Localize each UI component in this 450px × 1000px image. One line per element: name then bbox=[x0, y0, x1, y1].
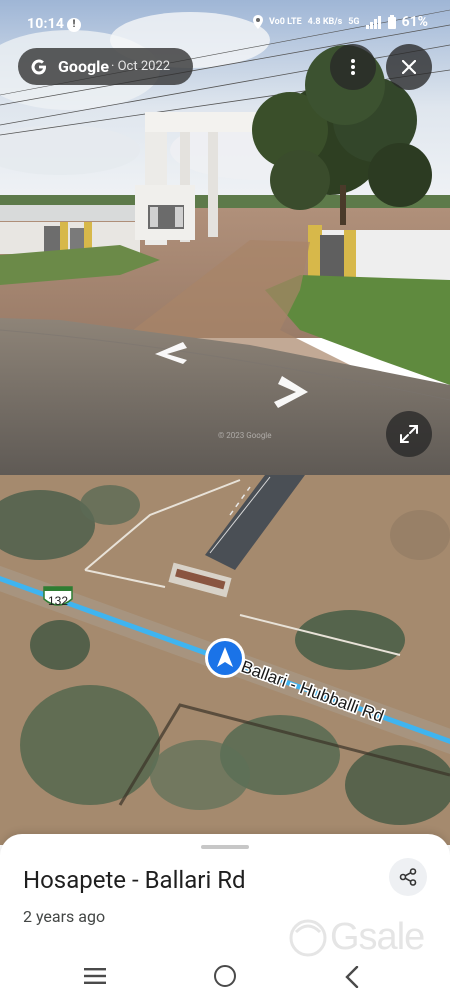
satellite-map[interactable]: 132 Ballari - Hubballi Rd bbox=[0, 475, 450, 845]
network-speed: 4.8 KB/s bbox=[307, 17, 343, 27]
fullscreen-button[interactable] bbox=[386, 411, 432, 457]
navigation-arrow-icon[interactable] bbox=[205, 638, 245, 678]
volte-label: Vo0 LTE bbox=[268, 17, 302, 27]
more-vert-icon bbox=[351, 59, 355, 75]
pan-left-arrow[interactable] bbox=[153, 340, 189, 366]
capture-age: 2 years ago bbox=[23, 907, 106, 926]
battery-percent: 61% bbox=[401, 14, 428, 30]
location-pin-icon bbox=[252, 15, 263, 29]
capture-date: · Oct 2022 bbox=[110, 59, 171, 74]
place-bottom-sheet[interactable]: Hosapete - Ballari Rd 2 years ago Gsale bbox=[0, 834, 450, 1000]
system-navigation-bar bbox=[0, 954, 450, 1000]
more-options-button[interactable] bbox=[330, 44, 376, 90]
close-button[interactable] bbox=[386, 44, 432, 90]
drag-handle[interactable] bbox=[201, 845, 249, 849]
back-icon[interactable] bbox=[345, 966, 359, 988]
share-button[interactable] bbox=[389, 858, 427, 896]
home-icon[interactable] bbox=[214, 965, 236, 987]
map-canvas[interactable]: 132 Ballari - Hubballi Rd bbox=[0, 475, 450, 845]
route-shield: 132 bbox=[43, 586, 73, 608]
battery-icon bbox=[387, 15, 396, 29]
status-bar: 10:14 ! Vo0 LTE 4.8 KB/s 5G 61% bbox=[0, 0, 450, 48]
watermark-icon bbox=[289, 919, 327, 956]
network-type: 5G bbox=[348, 17, 360, 27]
image-credit: © 2023 Google bbox=[218, 431, 272, 440]
google-g-icon bbox=[31, 59, 46, 74]
svg-text:132: 132 bbox=[48, 594, 68, 608]
move-forward-arrow[interactable] bbox=[268, 374, 310, 410]
share-icon bbox=[399, 868, 417, 886]
place-title: Hosapete - Ballari Rd bbox=[23, 866, 246, 894]
status-indicators: Vo0 LTE 4.8 KB/s 5G 61% bbox=[252, 14, 428, 30]
street-view-source-chip[interactable]: Google · Oct 2022 bbox=[18, 48, 193, 85]
fullscreen-icon bbox=[400, 425, 418, 443]
source-brand: Google bbox=[58, 57, 109, 76]
watermark-text: Gsale bbox=[330, 916, 425, 958]
recent-apps-icon[interactable] bbox=[84, 968, 106, 984]
street-view-panorama[interactable]: 10:14 ! Vo0 LTE 4.8 KB/s 5G 61% Google ·… bbox=[0, 0, 450, 475]
close-icon bbox=[402, 60, 416, 74]
signal-icon bbox=[365, 15, 381, 29]
status-time: 10:14 bbox=[27, 16, 65, 32]
watermark-logo: Gsale bbox=[288, 916, 425, 959]
info-circle-icon: ! bbox=[67, 18, 81, 32]
